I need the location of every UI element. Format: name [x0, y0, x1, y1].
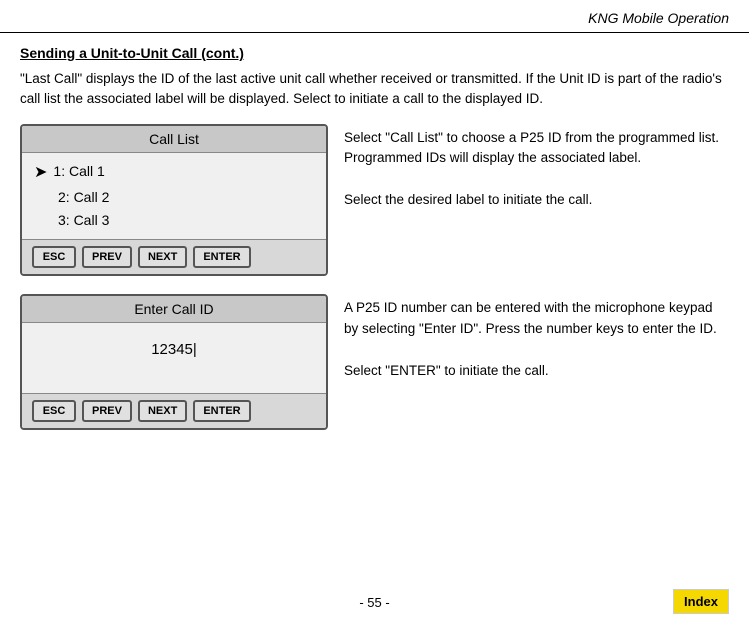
page-number: - 55 - [359, 595, 389, 610]
main-content: Sending a Unit-to-Unit Call (cont.) "Las… [0, 33, 749, 448]
call-list-description: Select "Call List" to choose a P25 ID fr… [344, 124, 729, 277]
call-list-prev-button[interactable]: PREV [82, 246, 132, 268]
arrow-icon: ➤ [34, 159, 47, 186]
enter-id-prev-button[interactable]: PREV [82, 400, 132, 422]
call-list-item-1: 1: Call 1 [53, 160, 104, 184]
enter-id-section: Enter Call ID 12345| ESC PREV NEXT ENTER… [20, 294, 729, 430]
call-list-esc-button[interactable]: ESC [32, 246, 76, 268]
call-list-desc-2: Select the desired label to initiate the… [344, 190, 729, 211]
enter-id-title: Enter Call ID [22, 296, 326, 323]
call-list-body: ➤ 1: Call 1 2: Call 2 3: Call 3 [22, 153, 326, 240]
header-title: KNG Mobile Operation [588, 10, 729, 26]
index-button[interactable]: Index [673, 589, 729, 614]
call-list-box: Call List ➤ 1: Call 1 2: Call 2 3: Call … [20, 124, 328, 277]
call-list-next-button[interactable]: NEXT [138, 246, 187, 268]
section-title: Sending a Unit-to-Unit Call (cont.) [20, 45, 729, 61]
enter-id-next-button[interactable]: NEXT [138, 400, 187, 422]
enter-id-description: A P25 ID number can be entered with the … [344, 294, 729, 430]
call-list-row-2: 2: Call 2 [34, 186, 314, 210]
call-list-row-1: ➤ 1: Call 1 [34, 159, 314, 186]
enter-id-enter-button[interactable]: ENTER [193, 400, 250, 422]
enter-id-esc-button[interactable]: ESC [32, 400, 76, 422]
call-list-title: Call List [22, 126, 326, 153]
intro-text: "Last Call" displays the ID of the last … [20, 69, 729, 110]
call-list-button-row: ESC PREV NEXT ENTER [22, 239, 326, 274]
enter-id-desc-2: Select "ENTER" to initiate the call. [344, 361, 729, 382]
enter-id-display: Enter Call ID 12345| ESC PREV NEXT ENTER [20, 294, 328, 430]
enter-id-button-row: ESC PREV NEXT ENTER [22, 393, 326, 428]
call-list-desc-1: Select "Call List" to choose a P25 ID fr… [344, 128, 729, 170]
call-list-section: Call List ➤ 1: Call 1 2: Call 2 3: Call … [20, 124, 729, 277]
enter-id-desc-1: A P25 ID number can be entered with the … [344, 298, 729, 340]
page-footer: - 55 - [0, 595, 749, 610]
call-list-display: Call List ➤ 1: Call 1 2: Call 2 3: Call … [20, 124, 328, 277]
call-list-row-3: 3: Call 3 [34, 209, 314, 233]
enter-id-value: 12345| [151, 341, 197, 358]
call-list-enter-button[interactable]: ENTER [193, 246, 250, 268]
enter-id-box: Enter Call ID 12345| ESC PREV NEXT ENTER [20, 294, 328, 430]
enter-id-body: 12345| [22, 323, 326, 393]
page-header: KNG Mobile Operation [0, 0, 749, 33]
